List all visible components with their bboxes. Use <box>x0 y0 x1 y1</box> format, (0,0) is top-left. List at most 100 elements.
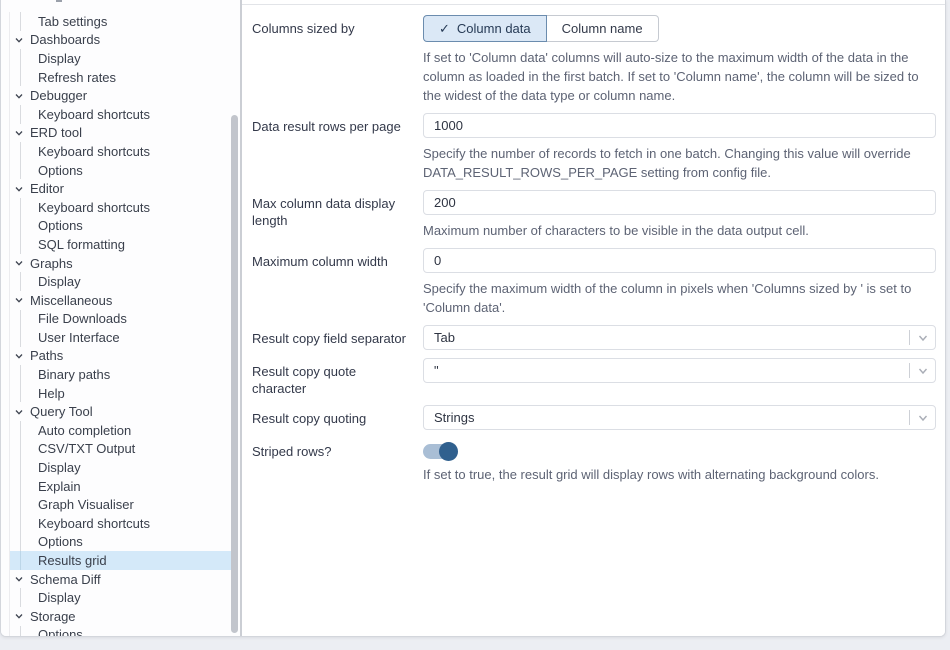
sidebar-item-label: Explain <box>38 479 81 494</box>
sidebar-item-explain[interactable]: Explain <box>10 477 231 496</box>
sidebar-item-label: Results grid <box>38 553 107 568</box>
sidebar-item-label: Keyboard shortcuts <box>38 144 150 159</box>
preferences-sidebar: Tab settingsDashboardsDisplayRefresh rat… <box>1 0 242 636</box>
sidebar-item-options-2[interactable]: Options <box>10 217 231 236</box>
sidebar-item-label: CSV/TXT Output <box>38 441 135 456</box>
sidebar-item-label: User Interface <box>38 330 120 345</box>
sidebar-item-help[interactable]: Help <box>10 384 231 403</box>
sidebar-item-display-3[interactable]: Display <box>10 458 231 477</box>
sidebar-item-storage[interactable]: Storage <box>10 607 231 626</box>
sidebar-item-dashboards[interactable]: Dashboards <box>10 31 231 50</box>
setting-label: Result copy field separator <box>252 325 423 350</box>
sidebar-item-keyboard-shortcuts-2[interactable]: Keyboard shortcuts <box>10 142 231 161</box>
sidebar-item-schema-diff[interactable]: Schema Diff <box>10 570 231 589</box>
sidebar-item-graphs[interactable]: Graphs <box>10 254 231 273</box>
setting-label: Data result rows per page <box>252 113 423 182</box>
chevron-down-icon <box>14 611 24 621</box>
sidebar-item-query-tool[interactable]: Query Tool <box>10 402 231 421</box>
sidebar-item-label: Help <box>38 386 65 401</box>
sidebar-item-options[interactable]: Options <box>10 161 231 180</box>
setting-label: Columns sized by <box>252 15 423 105</box>
sidebar-item-erd-tool[interactable]: ERD tool <box>10 124 231 143</box>
chevron-down-icon <box>14 128 24 138</box>
sidebar-item-label: Paths <box>30 348 63 363</box>
setting-label: Result copy quote character <box>252 358 423 397</box>
sidebar-item-label: Display <box>38 274 81 289</box>
sidebar-item-label: Refresh rates <box>38 70 116 85</box>
sidebar-item-paths[interactable]: Paths <box>10 347 231 366</box>
sidebar-item-label: ERD tool <box>30 125 82 140</box>
sidebar-item-binary-paths[interactable]: Binary paths <box>10 365 231 384</box>
copy-quoting-select[interactable]: Strings <box>423 405 936 430</box>
sidebar-item-label: Query Tool <box>30 404 93 419</box>
sidebar-item-label: Storage <box>30 609 76 624</box>
setting-help-text: Specify the maximum width of the column … <box>423 279 936 317</box>
copy-quote-character-select[interactable]: " <box>423 358 936 383</box>
sidebar-item-debugger[interactable]: Debugger <box>10 86 231 105</box>
sidebar-item-label: File Downloads <box>38 311 127 326</box>
striped-rows-toggle[interactable] <box>423 444 457 459</box>
chevron-down-icon <box>14 35 24 45</box>
sidebar-item-tab-settings[interactable]: Tab settings <box>10 12 231 31</box>
sidebar-item-label: Binary paths <box>38 367 110 382</box>
sidebar-item-label: Schema Diff <box>30 572 101 587</box>
setting-row-columns-sized-by: Columns sized by ✓ Column data Column na… <box>252 15 936 105</box>
setting-help-text: If set to true, the result grid will dis… <box>423 465 936 484</box>
sidebar-item-label: Keyboard shortcuts <box>38 516 150 531</box>
chevron-down-icon <box>14 258 24 268</box>
rows-per-page-input[interactable] <box>423 113 936 138</box>
sidebar-item-label: Display <box>38 590 81 605</box>
sidebar-item-display-2[interactable]: Display <box>10 272 231 291</box>
setting-help-text: Specify the number of records to fetch i… <box>423 144 936 182</box>
chevron-down-icon <box>917 412 929 424</box>
sidebar-item-label: Options <box>38 163 83 178</box>
chevron-down-icon <box>14 407 24 417</box>
sidebar-item-keyboard-shortcuts-3[interactable]: Keyboard shortcuts <box>10 198 231 217</box>
column-data-button[interactable]: ✓ Column data <box>423 15 547 42</box>
sidebar-item-auto-completion[interactable]: Auto completion <box>10 421 231 440</box>
select-separator <box>909 363 910 378</box>
setting-row-copy-quoting: Result copy quoting Strings <box>252 405 936 430</box>
sidebar-item-csv-txt-output[interactable]: CSV/TXT Output <box>10 440 231 459</box>
column-name-button[interactable]: Column name <box>547 15 659 42</box>
sidebar-item-user-interface[interactable]: User Interface <box>10 328 231 347</box>
sidebar-scrollbar-thumb[interactable] <box>231 115 238 633</box>
sidebar-item-label: Editor <box>30 181 64 196</box>
sidebar-item-display-4[interactable]: Display <box>10 588 231 607</box>
sidebar-item-editor[interactable]: Editor <box>10 179 231 198</box>
sidebar-item-options-4[interactable]: Options <box>10 626 231 636</box>
sidebar-item-label: Debugger <box>30 88 87 103</box>
sidebar-item-label: Options <box>38 534 83 549</box>
setting-row-copy-quote-character: Result copy quote character " <box>252 358 936 397</box>
copy-field-separator-select[interactable]: Tab <box>423 325 936 350</box>
sidebar-item-options-3[interactable]: Options <box>10 533 231 552</box>
sidebar-item-refresh-rates[interactable]: Refresh rates <box>10 68 231 87</box>
max-column-width-input[interactable] <box>423 248 936 273</box>
sidebar-item-keyboard-shortcuts-4[interactable]: Keyboard shortcuts <box>10 514 231 533</box>
chevron-down-icon <box>917 365 929 377</box>
setting-label: Result copy quoting <box>252 405 423 430</box>
sidebar-item-display[interactable]: Display <box>10 49 231 68</box>
sidebar-item-miscellaneous[interactable]: Miscellaneous <box>10 291 231 310</box>
sidebar-item-label: Keyboard shortcuts <box>38 107 150 122</box>
setting-row-max-display-length: Max column data display length Maximum n… <box>252 190 936 240</box>
sidebar-item-results-grid[interactable]: Results grid <box>10 551 231 570</box>
select-separator <box>909 410 910 425</box>
chevron-down-icon <box>14 91 24 101</box>
setting-row-striped-rows: Striped rows? If set to true, the result… <box>252 438 936 484</box>
preferences-dialog: Tab settingsDashboardsDisplayRefresh rat… <box>0 0 946 637</box>
max-display-length-input[interactable] <box>423 190 936 215</box>
sidebar-item-sql-formatting[interactable]: SQL formatting <box>10 235 231 254</box>
sidebar-item-graph-visualiser[interactable]: Graph Visualiser <box>10 495 231 514</box>
results-grid-settings-panel: Columns sized by ✓ Column data Column na… <box>242 4 945 636</box>
chevron-down-icon <box>14 295 24 305</box>
sidebar-item-label: SQL formatting <box>38 237 125 252</box>
chevron-down-icon <box>917 332 929 344</box>
sidebar-item-keyboard-shortcuts[interactable]: Keyboard shortcuts <box>10 105 231 124</box>
setting-row-rows-per-page: Data result rows per page Specify the nu… <box>252 113 936 182</box>
sidebar-item-file-downloads[interactable]: File Downloads <box>10 310 231 329</box>
sidebar-item-label: Options <box>38 627 83 636</box>
preferences-tree: Tab settingsDashboardsDisplayRefresh rat… <box>9 12 231 636</box>
selected-value: Strings <box>434 410 474 425</box>
setting-label: Striped rows? <box>252 438 423 484</box>
